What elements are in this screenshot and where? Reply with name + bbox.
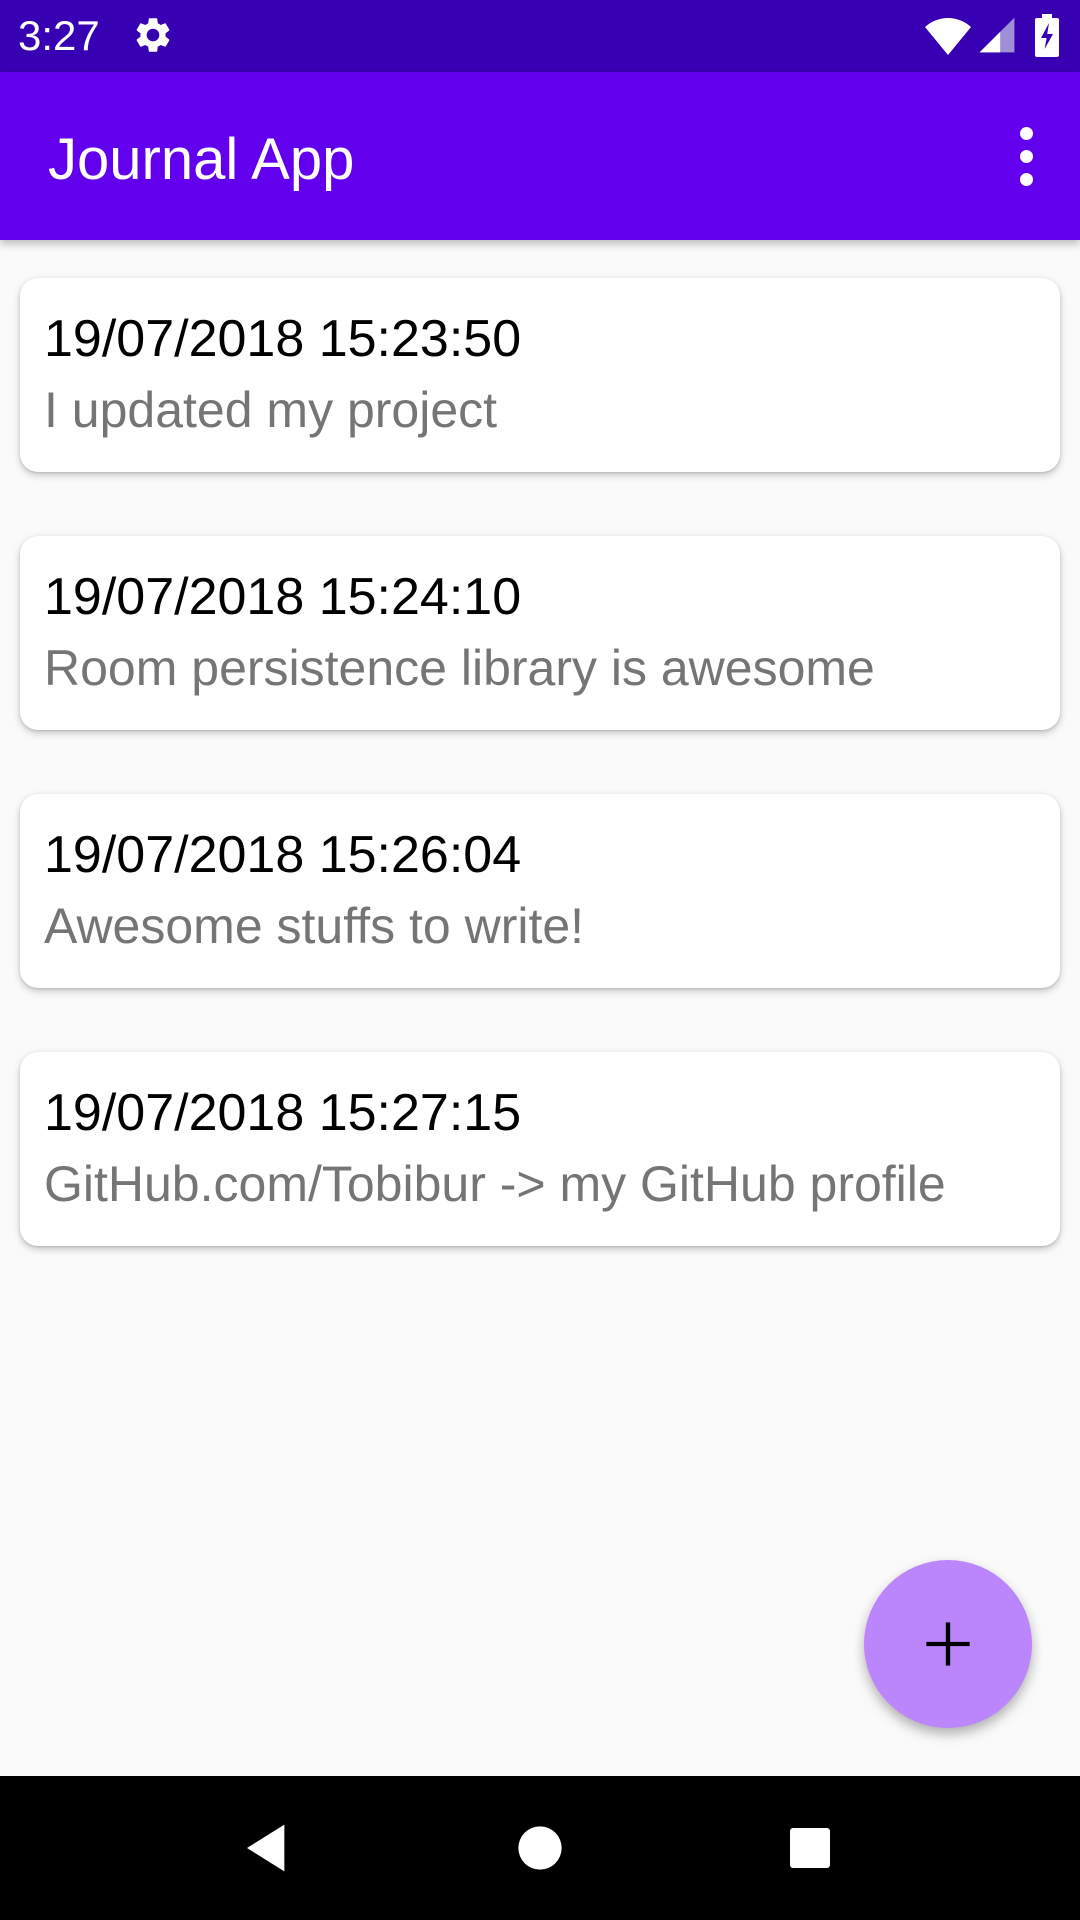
entry-date: 19/07/2018 15:24:10: [44, 568, 522, 626]
overflow-menu-icon[interactable]: [990, 120, 1062, 192]
entry-text: Room persistence library is awesome: [44, 640, 875, 696]
navigation-bar: [0, 1776, 1080, 1920]
home-icon[interactable]: [492, 1800, 588, 1896]
entry-text: I updated my project: [44, 382, 498, 438]
entry-text: GitHub.com/Tobibur -> my GitHub profile: [44, 1156, 946, 1212]
signal-icon: [978, 16, 1016, 54]
journal-entry-card[interactable]: 19/07/2018 15:27:15 GitHub.com/Tobibur -…: [20, 1052, 1060, 1246]
journal-entry-card[interactable]: 19/07/2018 15:24:10 Room persistence lib…: [20, 536, 1060, 730]
status-bar: 3:27: [0, 0, 1080, 72]
screen: 3:27 Journal App 19/07/2018 15:23:50 I u…: [0, 0, 1080, 1920]
back-icon[interactable]: [220, 1800, 316, 1896]
status-time: 3:27: [18, 12, 100, 59]
journal-entry-card[interactable]: 19/07/2018 15:23:50 I updated my project: [20, 278, 1060, 472]
entry-date: 19/07/2018 15:27:15: [44, 1084, 522, 1142]
plus-icon: [926, 1622, 970, 1666]
app-bar: Journal App: [0, 72, 1080, 240]
menu-dot: [1019, 172, 1033, 186]
recents-icon[interactable]: [762, 1800, 858, 1896]
entry-date: 19/07/2018 15:26:04: [44, 826, 522, 884]
menu-dot: [1019, 126, 1033, 140]
gear-icon: [132, 14, 174, 56]
entry-text: Awesome stuffs to write!: [44, 898, 585, 954]
entry-date: 19/07/2018 15:23:50: [44, 310, 522, 368]
menu-dot: [1019, 149, 1033, 163]
app-title: Journal App: [48, 127, 355, 192]
add-entry-button[interactable]: [864, 1560, 1032, 1728]
wifi-icon: [924, 14, 972, 56]
battery-charging-icon: [1034, 14, 1060, 58]
journal-entry-card[interactable]: 19/07/2018 15:26:04 Awesome stuffs to wr…: [20, 794, 1060, 988]
